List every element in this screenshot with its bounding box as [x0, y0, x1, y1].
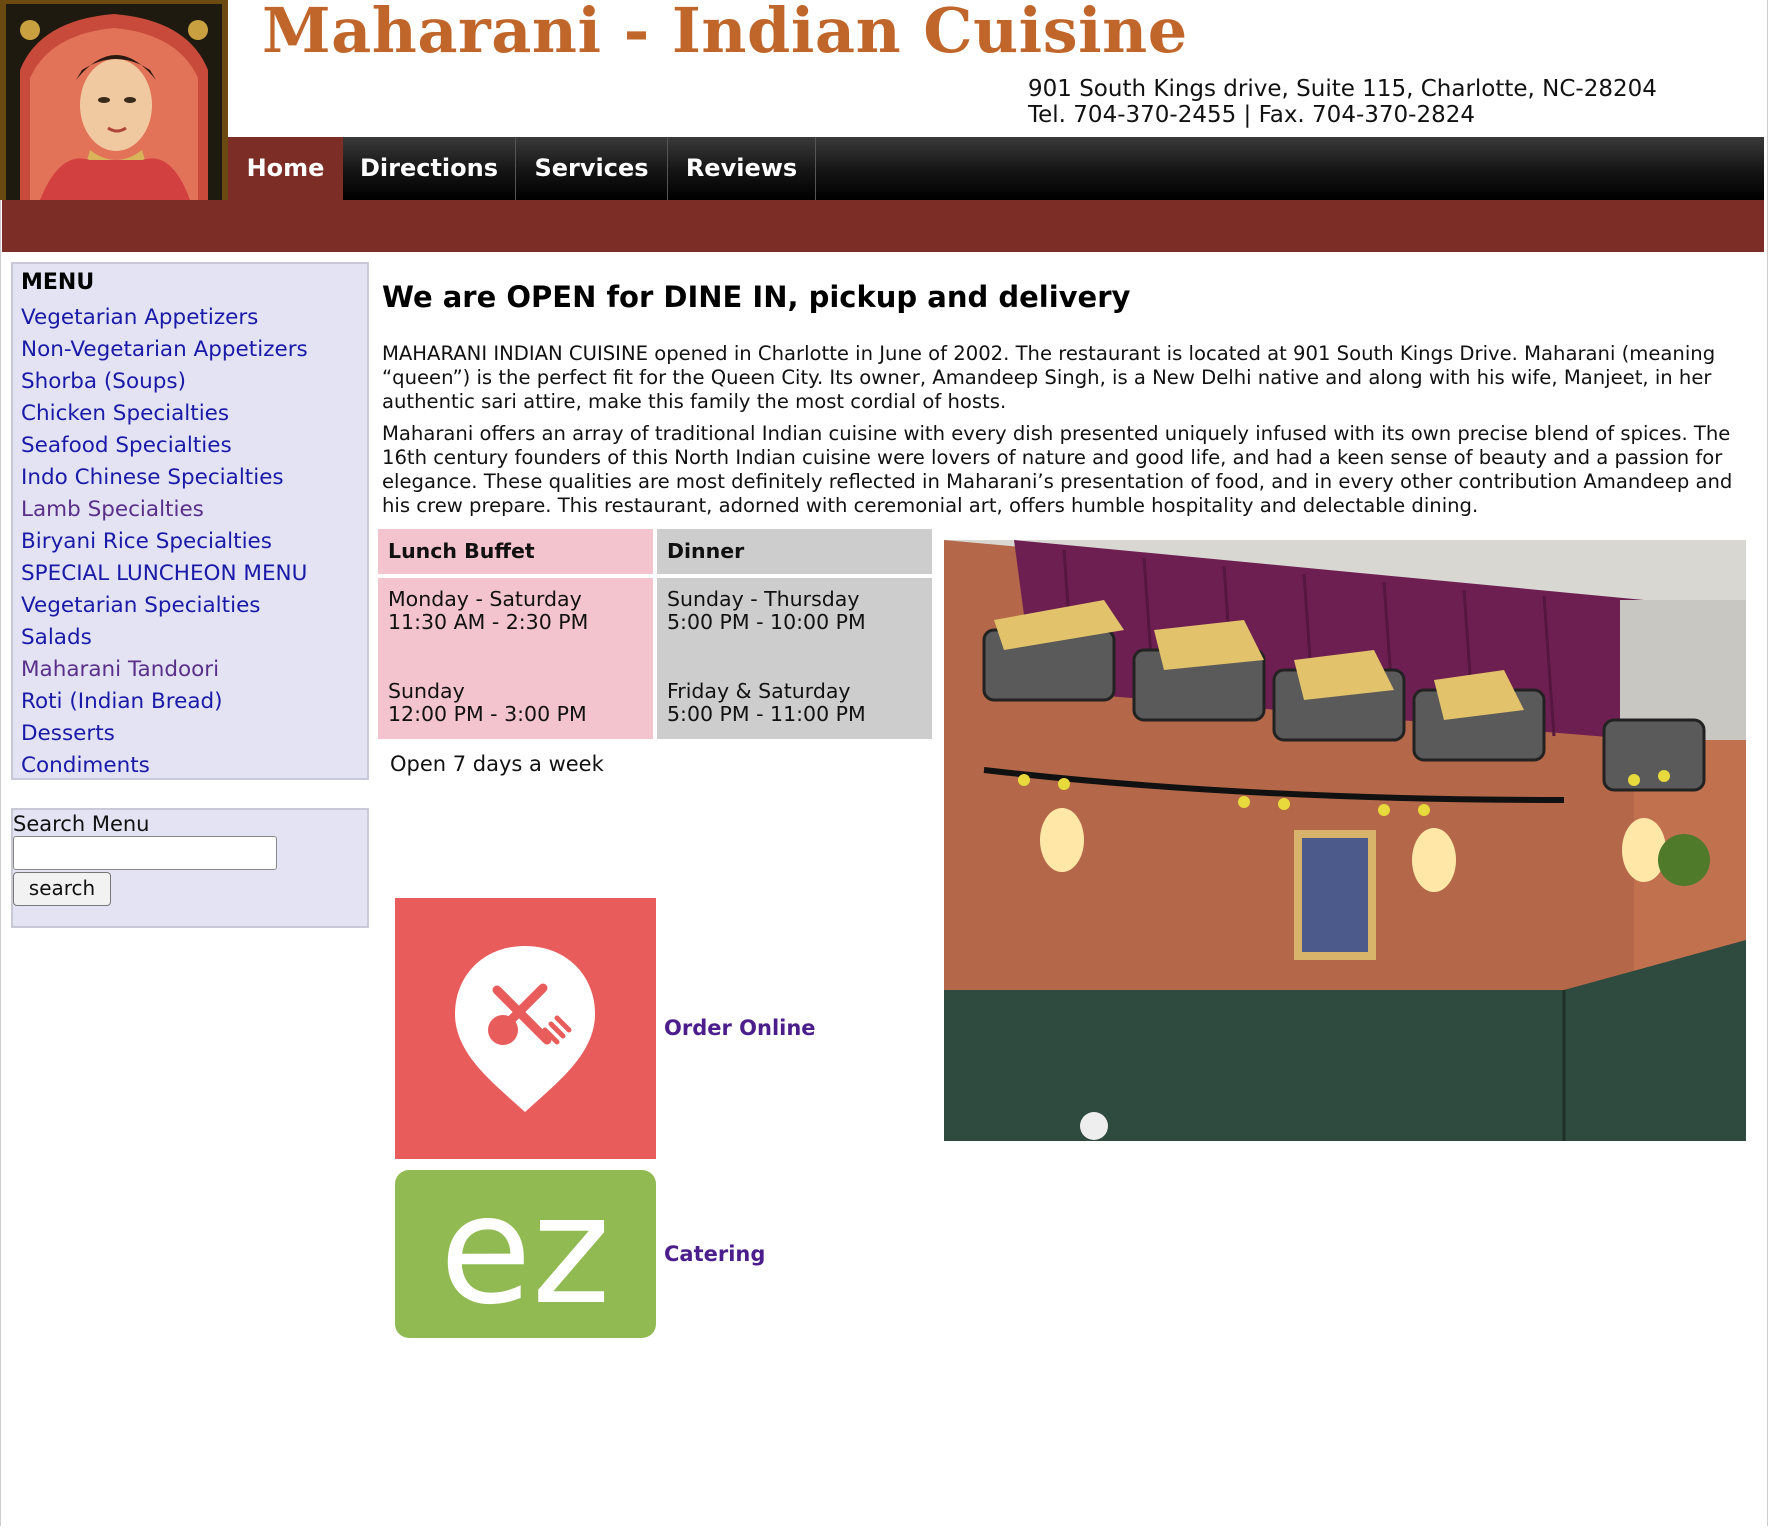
- address-line: 901 South Kings drive, Suite 115, Charlo…: [1028, 76, 1657, 102]
- header-divider-bar: [2, 200, 1764, 252]
- menu-link-biryani-rice-specialties[interactable]: Biryani Rice Specialties: [21, 526, 308, 558]
- maharani-logo-image[interactable]: [0, 0, 228, 200]
- map-pin-icon: [455, 946, 595, 1112]
- intro-text: MAHARANI INDIAN CUISINE opened in Charlo…: [382, 342, 1752, 526]
- menu-category-list: Vegetarian Appetizers Non-Vegetarian App…: [21, 302, 308, 782]
- search-input[interactable]: [13, 836, 277, 870]
- lunch-sunday-days: Sunday: [388, 679, 465, 703]
- dinner-header: Dinner: [657, 529, 932, 574]
- menu-link-lamb-specialties[interactable]: Lamb Specialties: [21, 494, 308, 526]
- menu-link-seafood-specialties[interactable]: Seafood Specialties: [21, 430, 308, 462]
- lunch-weekday-days: Monday - Saturday: [388, 587, 582, 611]
- search-panel: Search Menu search: [11, 808, 369, 928]
- search-label: Search Menu: [13, 812, 150, 836]
- lunch-weekday-time: 11:30 AM - 2:30 PM: [388, 610, 589, 634]
- dinner-weekend-days: Friday & Saturday: [667, 679, 851, 703]
- page-headline: We are OPEN for DINE IN, pickup and deli…: [382, 280, 1131, 314]
- phone-fax-line: Tel. 704-370-2455 | Fax. 704-370-2824: [1028, 102, 1475, 128]
- ez-logo-text: ez: [439, 1170, 610, 1338]
- catering-link[interactable]: Catering: [664, 1242, 765, 1266]
- lunch-sunday-time: 12:00 PM - 3:00 PM: [388, 702, 587, 726]
- menu-link-chicken-specialties[interactable]: Chicken Specialties: [21, 398, 308, 430]
- menu-link-indo-chinese-specialties[interactable]: Indo Chinese Specialties: [21, 462, 308, 494]
- intro-paragraph-2: Maharani offers an array of traditional …: [382, 422, 1733, 517]
- nav-directions[interactable]: Directions: [343, 137, 516, 200]
- dinner-weekday-days: Sunday - Thursday: [667, 587, 860, 611]
- menu-link-shorba-soups[interactable]: Shorba (Soups): [21, 366, 308, 398]
- menu-link-special-luncheon-menu[interactable]: SPECIAL LUNCHEON MENU: [21, 558, 308, 590]
- menu-link-maharani-tandoori[interactable]: Maharani Tandoori: [21, 654, 308, 686]
- ez-cater-logo[interactable]: ez: [395, 1170, 656, 1338]
- menu-link-desserts[interactable]: Desserts: [21, 718, 308, 750]
- main-nav: Home Directions Services Reviews: [228, 137, 1764, 200]
- menu-link-non-vegetarian-appetizers[interactable]: Non-Vegetarian Appetizers: [21, 334, 308, 366]
- lunch-buffet-header: Lunch Buffet: [378, 529, 653, 574]
- intro-paragraph-1: MAHARANI INDIAN CUISINE opened in Charlo…: [382, 342, 1716, 413]
- hours-table: Lunch Buffet Dinner Monday - Saturday 11…: [378, 529, 932, 739]
- order-online-link[interactable]: Order Online: [664, 1016, 816, 1040]
- order-online-logo[interactable]: [395, 898, 656, 1159]
- restaurant-interior-photo: [944, 540, 1746, 1141]
- sidebar-title: MENU: [21, 270, 95, 295]
- contact-info: 901 South Kings drive, Suite 115, Charlo…: [1028, 76, 1657, 128]
- nav-home[interactable]: Home: [228, 137, 343, 200]
- dinner-weekend-time: 5:00 PM - 11:00 PM: [667, 702, 866, 726]
- open-days-note: Open 7 days a week: [390, 752, 604, 776]
- site-title: Maharani - Indian Cuisine: [262, 0, 1188, 67]
- menu-link-salads[interactable]: Salads: [21, 622, 308, 654]
- menu-link-vegetarian-appetizers[interactable]: Vegetarian Appetizers: [21, 302, 308, 334]
- sidebar-menu: MENU Vegetarian Appetizers Non-Vegetaria…: [11, 262, 369, 780]
- dinner-hours-cell: Sunday - Thursday 5:00 PM - 10:00 PM Fri…: [657, 578, 932, 739]
- dinner-weekday-time: 5:00 PM - 10:00 PM: [667, 610, 866, 634]
- nav-services[interactable]: Services: [516, 137, 668, 200]
- nav-reviews[interactable]: Reviews: [668, 137, 816, 200]
- search-button[interactable]: search: [13, 872, 111, 906]
- menu-link-condiments[interactable]: Condiments: [21, 750, 308, 782]
- menu-link-roti-indian-bread[interactable]: Roti (Indian Bread): [21, 686, 308, 718]
- menu-link-vegetarian-specialties[interactable]: Vegetarian Specialties: [21, 590, 308, 622]
- lunch-hours-cell: Monday - Saturday 11:30 AM - 2:30 PM Sun…: [378, 578, 653, 739]
